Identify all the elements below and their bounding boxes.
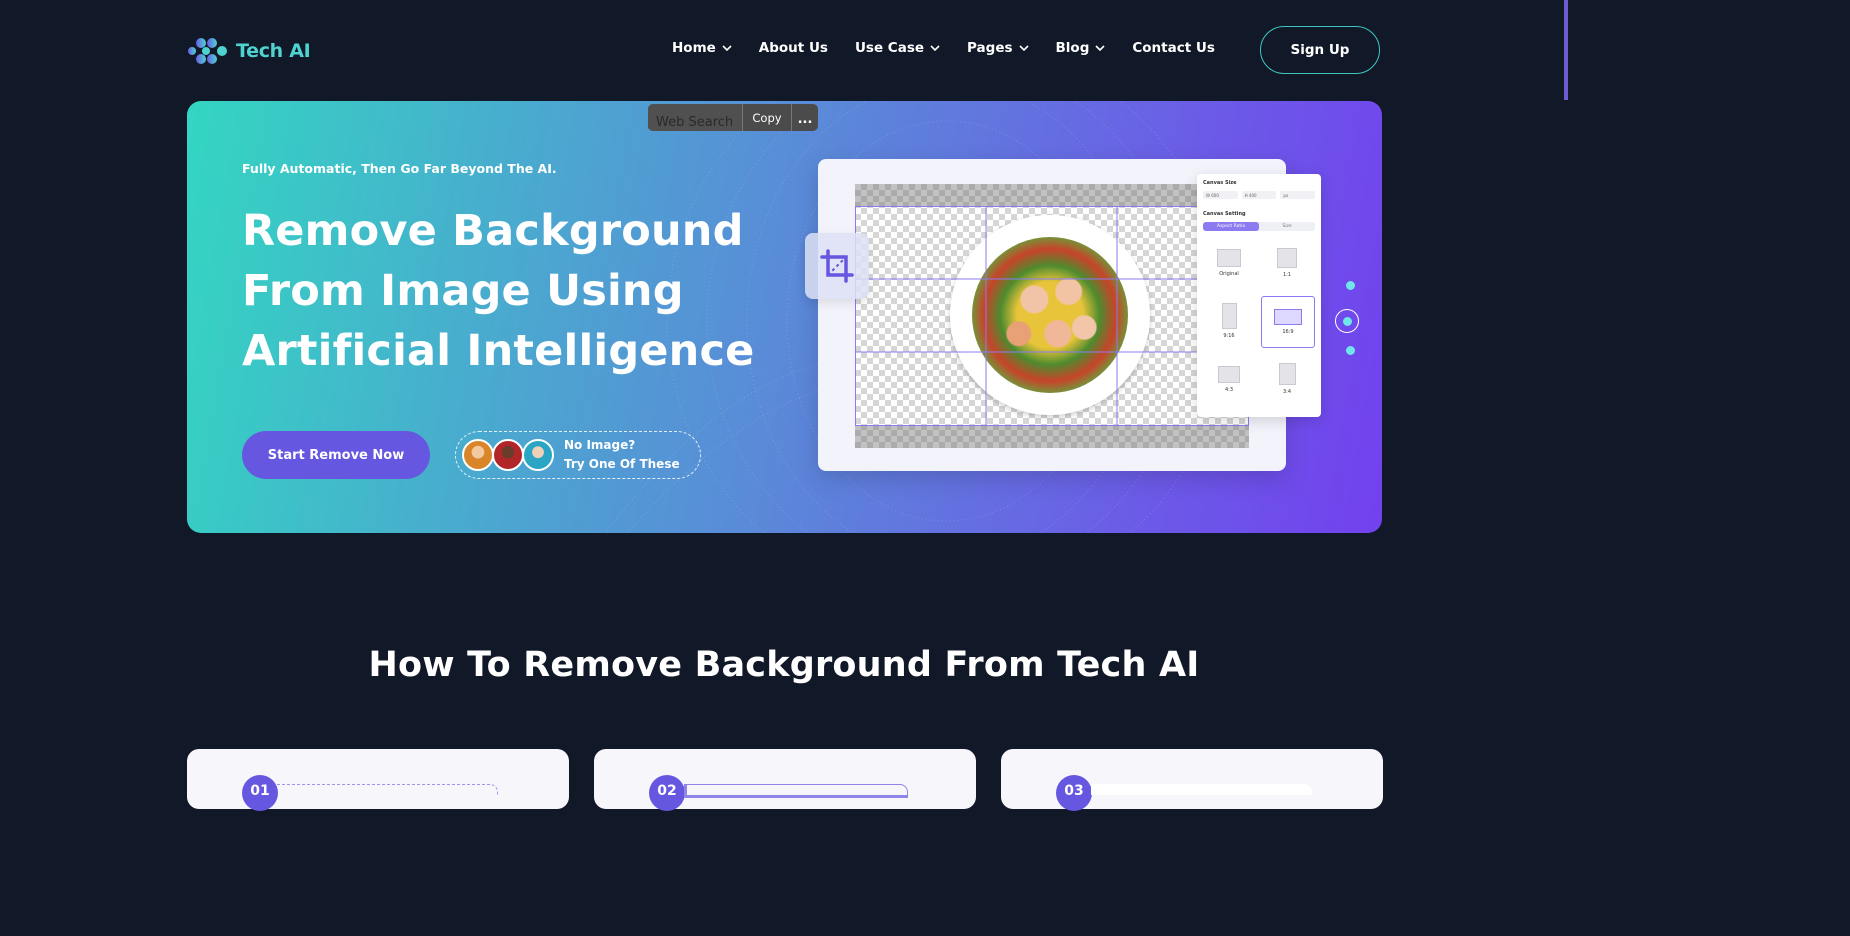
step-connector xyxy=(1091,784,1312,795)
logo-icon xyxy=(188,38,227,64)
ratio-shape xyxy=(1221,303,1237,329)
slider-dot[interactable] xyxy=(1346,281,1355,290)
sample-avatars xyxy=(462,439,554,471)
nav-item-about[interactable]: About Us xyxy=(759,40,828,56)
step-card: 01 xyxy=(187,749,569,811)
ratio-option-1-1[interactable]: 1:1 xyxy=(1261,238,1313,288)
step-connector xyxy=(684,784,908,798)
nav-label: About Us xyxy=(758,40,828,56)
nav-label: Use Case xyxy=(854,40,925,56)
more-options-button[interactable]: ... xyxy=(792,104,818,131)
crop-tool-button[interactable] xyxy=(805,233,869,299)
ratio-label: 9:16 xyxy=(1223,333,1235,339)
ratio-option-4-3[interactable]: 4:3 xyxy=(1203,354,1255,404)
ratio-label: 16:9 xyxy=(1282,329,1294,335)
hero-title-line: Remove Background xyxy=(242,206,744,256)
hero-kicker: Fully Automatic, Then Go Far Beyond The … xyxy=(242,161,557,176)
width-field[interactable]: W 600 xyxy=(1203,191,1238,199)
slider-dot-active[interactable] xyxy=(1335,309,1359,333)
field-label: W xyxy=(1206,192,1210,198)
ratio-label: 4:3 xyxy=(1224,386,1234,393)
how-section-title: How To Remove Background From Tech AI xyxy=(368,645,1200,685)
field-value: 400 xyxy=(1248,192,1257,198)
sample-avatar[interactable] xyxy=(462,439,494,471)
brand-logo[interactable]: Tech AI xyxy=(186,36,311,66)
chevron-down-icon xyxy=(1095,45,1105,52)
height-field[interactable]: H 400 xyxy=(1241,191,1277,199)
setting-tabs: Aspect Ratio Size xyxy=(1203,222,1315,231)
step-card: 02 xyxy=(594,749,976,811)
nav-item-home[interactable]: Home xyxy=(672,40,732,56)
chevron-down-icon xyxy=(930,45,940,52)
ratio-shape xyxy=(1278,363,1296,385)
hero-banner: Fully Automatic, Then Go Far Beyond The … xyxy=(187,101,1382,533)
hero-title: Remove Background From Image Using Artif… xyxy=(242,201,762,381)
size-fields: W 600 H 400 px xyxy=(1203,191,1316,201)
step-number-badge: 03 xyxy=(1056,775,1092,811)
selection-context-menu: Web Search Copy ... xyxy=(648,104,818,131)
sample-avatar[interactable] xyxy=(492,439,524,471)
unit-select[interactable]: px xyxy=(1280,191,1316,199)
try-line: No Image? xyxy=(564,438,636,452)
sample-avatar[interactable] xyxy=(522,439,554,471)
nav-item-use-case[interactable]: Use Case xyxy=(855,40,940,56)
try-line: Try One Of These xyxy=(564,457,680,471)
ratio-label: 1:1 xyxy=(1282,272,1292,278)
sample-images-box[interactable]: No Image? Try One Of These xyxy=(455,431,701,479)
ratio-shape xyxy=(1217,249,1241,267)
nav-item-blog[interactable]: Blog xyxy=(1056,40,1106,56)
ratio-shape xyxy=(1274,309,1302,325)
signup-button[interactable]: Sign Up xyxy=(1260,26,1380,74)
ratio-option-3-4[interactable]: 3:4 xyxy=(1261,354,1313,404)
step-connector xyxy=(277,784,498,795)
nav-label: Home xyxy=(672,40,716,56)
chevron-down-icon xyxy=(1018,45,1029,52)
canvas-settings-panel: Canvas Size W 600 H 400 px Canvas Settin… xyxy=(1197,174,1321,417)
ratio-option-original[interactable]: Original xyxy=(1203,238,1255,288)
field-label: H xyxy=(1244,192,1248,198)
panel-title: Canvas Size xyxy=(1203,180,1237,186)
step-number-badge: 02 xyxy=(649,775,685,811)
ratio-option-16-9[interactable]: 16:9 xyxy=(1261,296,1315,348)
crop-grid xyxy=(855,206,1249,426)
ratio-label: Original xyxy=(1219,271,1239,277)
ratio-option-9-16[interactable]: 9:16 xyxy=(1203,296,1255,346)
ratio-label: 3:4 xyxy=(1282,389,1292,395)
ratio-shape xyxy=(1277,248,1297,268)
web-search-button[interactable]: Web Search xyxy=(648,104,742,131)
menu-label: Web Search xyxy=(656,115,734,130)
try-sample-text: No Image? Try One Of These xyxy=(564,436,680,474)
crop-icon xyxy=(820,249,854,283)
nav-label: Contact Us xyxy=(1132,40,1215,56)
hero-title-line: Artificial Intelligence xyxy=(242,326,755,376)
nav-item-contact[interactable]: Contact Us xyxy=(1132,40,1215,56)
crop-mask-top xyxy=(855,184,1249,206)
ratio-shape xyxy=(1218,365,1240,383)
field-value: 600 xyxy=(1211,192,1219,198)
hero-title-line: From Image Using xyxy=(242,266,684,316)
nav-label: Pages xyxy=(967,40,1013,56)
chevron-down-icon xyxy=(722,45,732,52)
scrollbar-thumb[interactable] xyxy=(1564,0,1568,100)
panel-subtitle: Canvas Setting xyxy=(1203,211,1246,217)
crop-mask-bottom xyxy=(855,426,1249,448)
tab-size[interactable]: Size xyxy=(1259,222,1315,231)
nav-label: Blog xyxy=(1055,40,1090,56)
step-number-badge: 01 xyxy=(242,775,278,811)
nav-item-pages[interactable]: Pages xyxy=(967,40,1029,56)
brand-name: Tech AI xyxy=(236,40,311,62)
start-remove-button[interactable]: Start Remove Now xyxy=(242,431,430,479)
main-nav: Home About Us Use Case Pages Blog Contac… xyxy=(672,40,1242,56)
tab-aspect-ratio[interactable]: Aspect Ratio xyxy=(1203,222,1259,231)
step-card: 03 xyxy=(1001,749,1383,811)
slider-dot[interactable] xyxy=(1346,346,1355,355)
copy-button[interactable]: Copy xyxy=(742,104,792,131)
hero-slider-dots xyxy=(1335,281,1359,374)
